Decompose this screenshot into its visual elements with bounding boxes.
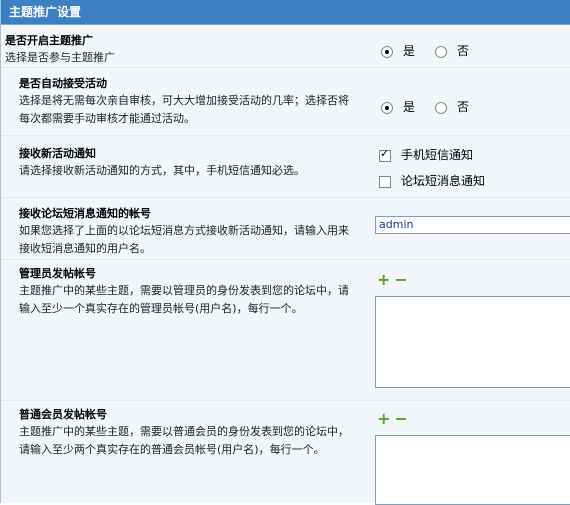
- setting-desc: 选择是将无需每次亲自审核，可大大增加接受活动的几率；选择否将每次都需要手动审核才…: [19, 94, 349, 125]
- radio-unselected-icon: [435, 101, 447, 114]
- setting-row-admin-accounts: 管理员发帖帐号 主题推广中的某些主题，需要以管理员的身份发表到您的论坛中，请输入…: [1, 260, 570, 401]
- sms-notify-checkbox[interactable]: 手机短信通知: [379, 147, 473, 162]
- setting-title: 是否开启主题推广: [5, 34, 93, 47]
- setting-title: 接收新活动通知: [19, 147, 96, 160]
- panel-header: 主题推广设置: [1, 0, 570, 25]
- setting-desc: 主题推广中的某些主题，需要以普通会员的身份发表到您的论坛中，请输入至少两个真实存…: [19, 425, 349, 456]
- forum-message-notify-checkbox[interactable]: 论坛短消息通知: [379, 174, 485, 188]
- admin-accounts-textarea[interactable]: [375, 296, 570, 388]
- setting-desc: 如果您选择了上面的以论坛短消息方式接收新活动通知，请输入用来接收短消息通知的用户…: [19, 224, 349, 255]
- setting-desc: 选择是否参与主题推广: [5, 51, 115, 64]
- member-accounts-textarea[interactable]: [375, 435, 570, 505]
- setting-desc: 主题推广中的某些主题，需要以管理员的身份发表到您的论坛中，请输入至少一个真实存在…: [19, 284, 349, 315]
- settings-panel: 主题推广设置 是否开启主题推广 选择是否参与主题推广 是 否 是否自动接受活动 …: [0, 0, 570, 505]
- plus-icon[interactable]: +: [377, 409, 390, 428]
- setting-desc: 请选择接收新活动通知的方式，其中，手机短信通知必选。: [19, 164, 305, 177]
- radio-selected-icon: [381, 101, 393, 114]
- setting-title: 是否自动接受活动: [19, 77, 107, 90]
- radio-selected-icon: [381, 45, 393, 58]
- minus-icon[interactable]: −: [394, 270, 407, 289]
- setting-title: 管理员发帖帐号: [19, 267, 96, 280]
- auto-accept-no-radio[interactable]: 否: [435, 100, 469, 114]
- minus-icon[interactable]: −: [394, 409, 407, 428]
- setting-row-notification: 接收新活动通知 请选择接收新活动通知的方式，其中，手机短信通知必选。 手机短信通…: [1, 136, 570, 198]
- checkbox-unchecked-icon: [379, 175, 391, 188]
- setting-row-member-accounts: 普通会员发帖帐号 主题推广中的某些主题，需要以普通会员的身份发表到您的论坛中，请…: [1, 401, 570, 505]
- checkbox-checked-icon: [379, 147, 391, 162]
- radio-unselected-icon: [435, 45, 447, 58]
- plus-icon[interactable]: +: [377, 270, 390, 289]
- setting-row-enable-promotion: 是否开启主题推广 选择是否参与主题推广 是 否: [1, 25, 570, 68]
- setting-title: 普通会员发帖帐号: [19, 408, 107, 421]
- setting-row-message-account: 接收论坛短消息通知的帐号 如果您选择了上面的以论坛短消息方式接收新活动通知，请输…: [1, 198, 570, 260]
- auto-accept-yes-radio[interactable]: 是: [381, 100, 415, 114]
- setting-row-auto-accept: 是否自动接受活动 选择是将无需每次亲自审核，可大大增加接受活动的几率；选择否将每…: [1, 68, 570, 136]
- enable-promotion-no-radio[interactable]: 否: [435, 44, 469, 58]
- enable-promotion-yes-radio[interactable]: 是: [381, 44, 415, 58]
- message-account-input[interactable]: admin: [375, 216, 570, 234]
- setting-title: 接收论坛短消息通知的帐号: [19, 207, 151, 220]
